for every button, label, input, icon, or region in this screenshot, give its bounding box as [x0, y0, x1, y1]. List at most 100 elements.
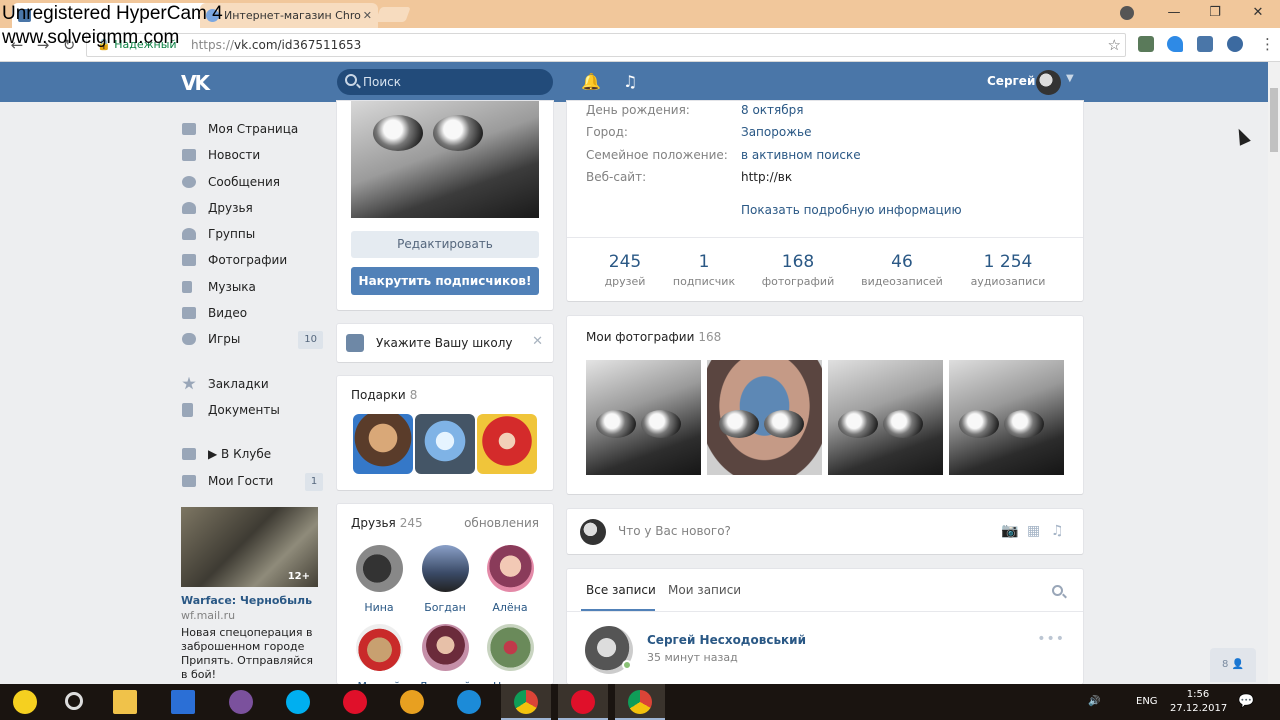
edit-profile-button[interactable]: Редактировать: [351, 231, 539, 258]
friend-item[interactable]: Настя: [480, 624, 540, 693]
post-author-name[interactable]: Сергей Несходовський: [647, 633, 806, 647]
friend-item[interactable]: Дмитрий: [415, 624, 475, 693]
info-value[interactable]: Запорожье: [741, 125, 811, 139]
counter-audio[interactable]: 1 254 аудиозаписи: [963, 252, 1053, 288]
profile-photo[interactable]: [351, 101, 539, 218]
new-tab-button[interactable]: [375, 7, 411, 22]
taskbar-skype[interactable]: [273, 684, 323, 720]
taskbar-opera[interactable]: [330, 684, 380, 720]
gift-item[interactable]: [477, 414, 537, 474]
photos-title[interactable]: Мои фотографии 168: [586, 330, 721, 344]
sidebar-item-friends[interactable]: Друзья: [181, 195, 323, 221]
sidebar-item-guests[interactable]: Мои Гости 1: [181, 468, 323, 494]
info-value[interactable]: http://вк: [741, 170, 792, 184]
gifts-title[interactable]: Подарки 8: [351, 388, 417, 402]
new-post-input[interactable]: [618, 522, 978, 540]
sidebar-ad[interactable]: 12+ Warface: Чернобыль wf.mail.ru Новая …: [181, 507, 318, 682]
friend-avatar[interactable]: [355, 545, 403, 592]
sidebar-item-messages[interactable]: Сообщения: [181, 169, 323, 195]
film-icon[interactable]: ▦: [1027, 523, 1040, 539]
vk-search[interactable]: [337, 69, 553, 95]
extension-vk-icon[interactable]: [1197, 36, 1213, 52]
sidebar-item-groups[interactable]: Группы: [181, 221, 323, 247]
gift-item[interactable]: [353, 414, 413, 474]
counter-photos[interactable]: 168 фотографий: [757, 252, 839, 288]
sidebar-item-games[interactable]: Игры 10: [181, 326, 323, 352]
sidebar-item-news[interactable]: Новости: [181, 142, 323, 168]
photo-thumbnail[interactable]: [707, 360, 822, 475]
boost-subscribers-button[interactable]: Накрутить подписчиков!: [351, 267, 539, 295]
school-prompt-card[interactable]: Укажите Вашу школу ✕: [337, 324, 553, 362]
camera-icon[interactable]: 📷: [1001, 523, 1018, 539]
friend-item[interactable]: Алёна: [480, 545, 540, 614]
photo-thumbnail[interactable]: [586, 360, 701, 475]
info-value[interactable]: 8 октября: [741, 103, 803, 117]
friends-title[interactable]: Друзья 245: [351, 516, 423, 530]
friend-avatar[interactable]: [486, 545, 534, 592]
notifications-icon[interactable]: 💬: [1238, 684, 1254, 720]
taskbar-app-blue[interactable]: [444, 684, 494, 720]
taskbar-rplus[interactable]: [158, 684, 208, 720]
search-icon[interactable]: [1052, 585, 1063, 596]
volume-icon[interactable]: 🔊: [1088, 684, 1100, 720]
sidebar-item-photos[interactable]: Фотографии: [181, 247, 323, 273]
friend-item[interactable]: Матвей: [349, 624, 409, 693]
extension-heart-icon[interactable]: [1167, 36, 1183, 52]
close-icon[interactable]: ✕: [532, 334, 543, 349]
sidebar-item-video[interactable]: Видео: [181, 300, 323, 326]
header-user-name[interactable]: Сергей: [987, 74, 1035, 88]
friends-updates-link[interactable]: обновления: [464, 516, 539, 530]
window-restore-button[interactable]: ❐: [1193, 0, 1237, 26]
sidebar-item-music[interactable]: Музыка: [181, 274, 323, 300]
taskbar-app-triangle[interactable]: [387, 684, 437, 720]
post-more-icon[interactable]: •••: [1037, 631, 1065, 647]
chat-widget[interactable]: 8 👤: [1210, 648, 1256, 682]
extension-vk-heart-icon[interactable]: [1227, 36, 1243, 52]
taskbar-chrome-2[interactable]: [615, 684, 665, 720]
page-scrollbar[interactable]: [1268, 62, 1280, 684]
scrollbar-thumb[interactable]: [1270, 88, 1278, 152]
start-button[interactable]: [0, 684, 50, 720]
taskbar-viber[interactable]: [216, 684, 266, 720]
chevron-down-icon[interactable]: ▼: [1066, 73, 1074, 84]
taskbar-opera-2[interactable]: [558, 684, 608, 720]
gift-item[interactable]: [415, 414, 475, 474]
music-note-icon[interactable]: ♫: [1051, 523, 1064, 539]
browser-menu-icon[interactable]: ⋮: [1260, 36, 1275, 52]
friend-avatar[interactable]: [486, 624, 534, 671]
friend-item[interactable]: Богдан: [415, 545, 475, 614]
music-note-icon[interactable]: ♫: [623, 72, 637, 91]
browser-tab-webstore[interactable]: Интернет-магазин Chro ✕: [200, 3, 378, 28]
photo-thumbnail[interactable]: [828, 360, 943, 475]
vk-logo[interactable]: VK: [181, 71, 210, 95]
tab-all-posts[interactable]: Все записи: [586, 583, 656, 597]
search-input[interactable]: [363, 73, 543, 91]
window-minimize-button[interactable]: —: [1152, 0, 1196, 26]
taskbar-explorer[interactable]: [100, 684, 150, 720]
browser-profile-icon[interactable]: [1120, 6, 1134, 20]
friend-name[interactable]: Алёна: [480, 601, 540, 614]
ad-title[interactable]: Warface: Чернобыль: [181, 594, 318, 607]
info-value[interactable]: в активном поиске: [741, 148, 861, 162]
counter-subscribers[interactable]: 1 подписчик: [668, 252, 740, 288]
sidebar-item-documents[interactable]: Документы: [181, 397, 323, 423]
window-close-button[interactable]: ✕: [1236, 0, 1280, 26]
post-timestamp[interactable]: 35 минут назад: [647, 651, 738, 664]
friend-avatar[interactable]: [355, 624, 403, 671]
friend-avatar[interactable]: [421, 624, 469, 671]
ad-image[interactable]: 12+: [181, 507, 318, 587]
friend-item[interactable]: Нина: [349, 545, 409, 614]
taskbar-chrome[interactable]: [501, 684, 551, 720]
bookmark-star-icon[interactable]: ☆: [1108, 36, 1121, 54]
extension-globe-icon[interactable]: [1138, 36, 1154, 52]
post-author-avatar[interactable]: [580, 519, 606, 545]
friend-name[interactable]: Нина: [349, 601, 409, 614]
sidebar-item-bookmarks[interactable]: Закладки: [181, 371, 323, 397]
show-details-link[interactable]: Показать подробную информацию: [741, 203, 962, 217]
school-prompt-text[interactable]: Укажите Вашу школу: [376, 336, 513, 350]
counter-friends[interactable]: 245 друзей: [597, 252, 653, 288]
friend-avatar[interactable]: [421, 545, 469, 592]
tab-close-icon[interactable]: ✕: [363, 3, 372, 28]
friend-name[interactable]: Богдан: [415, 601, 475, 614]
language-indicator[interactable]: ENG: [1136, 684, 1158, 720]
